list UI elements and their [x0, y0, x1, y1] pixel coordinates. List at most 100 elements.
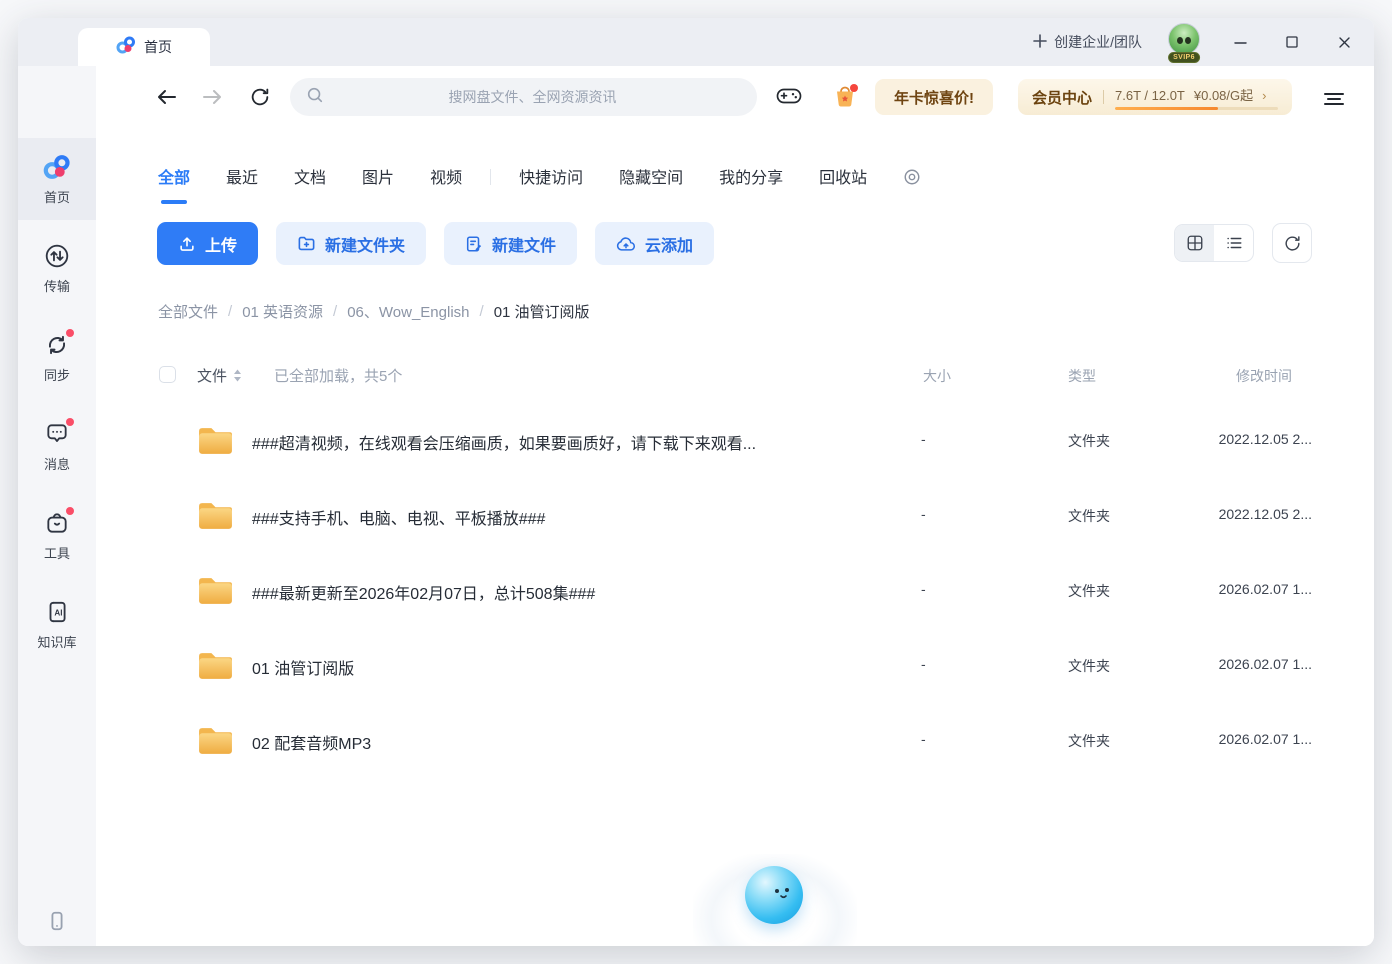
- promo-price-button[interactable]: 年卡惊喜价!: [875, 79, 993, 115]
- home-tab[interactable]: 首页: [78, 28, 210, 66]
- sidebar-item-knowledge[interactable]: AI 知识库: [18, 583, 96, 665]
- storage-price-text: ¥0.08/G起: [1194, 85, 1253, 104]
- file-name: 02 配套音频MP3: [252, 730, 371, 754]
- file-modified: 2026.02.07 1...: [1219, 731, 1312, 747]
- reload-button[interactable]: [247, 84, 273, 110]
- user-avatar[interactable]: SVIP6: [1166, 21, 1202, 63]
- grid-view-button[interactable]: [1175, 225, 1214, 261]
- list-view-button[interactable]: [1214, 225, 1253, 261]
- file-name: 01 油管订阅版: [252, 655, 354, 679]
- titlebar: 首页 创建企业/团队 SVIP6: [18, 18, 1374, 66]
- search-bar[interactable]: [290, 78, 757, 116]
- breadcrumb-separator: /: [333, 303, 337, 320]
- notification-dot: [66, 507, 74, 515]
- tab-title: 首页: [144, 37, 172, 57]
- tab-documents[interactable]: 文档: [294, 164, 326, 190]
- netdisk-logo-icon: [116, 36, 136, 59]
- breadcrumb-separator: /: [228, 303, 232, 320]
- mobile-app-button[interactable]: [18, 910, 96, 932]
- target-scope-icon[interactable]: [903, 168, 921, 186]
- file-actions: 上传 新建文件夹: [157, 222, 714, 265]
- search-icon: [306, 86, 324, 109]
- tab-recycle-bin[interactable]: 回收站: [819, 164, 867, 190]
- divider: [1103, 90, 1104, 104]
- folder-icon: [197, 425, 234, 461]
- upload-button[interactable]: 上传: [157, 222, 258, 265]
- minimize-button[interactable]: [1226, 28, 1254, 56]
- new-file-button[interactable]: 新建文件: [444, 222, 577, 265]
- upload-label: 上传: [205, 232, 237, 256]
- tab-all[interactable]: 全部: [158, 164, 190, 190]
- app-window: 首页 创建企业/团队 SVIP6: [18, 18, 1374, 946]
- refresh-list-button[interactable]: [1272, 223, 1312, 263]
- file-type: 文件夹: [1068, 506, 1110, 526]
- new-folder-label: 新建文件夹: [325, 232, 405, 256]
- file-row[interactable]: 02 配套音频MP3 - 文件夹 2026.02.07 1...: [96, 704, 1374, 779]
- games-icon[interactable]: [776, 83, 802, 109]
- file-row[interactable]: ###最新更新至2026年02月07日，总计508集### - 文件夹 2026…: [96, 554, 1374, 629]
- maximize-button[interactable]: [1278, 28, 1306, 56]
- select-all-checkbox[interactable]: [159, 366, 176, 383]
- close-button[interactable]: [1330, 28, 1358, 56]
- sidebar-item-transfer[interactable]: 传输: [18, 227, 96, 309]
- sync-icon: [43, 331, 71, 359]
- file-modified: 2026.02.07 1...: [1219, 656, 1312, 672]
- type-column-header: 类型: [1068, 366, 1096, 386]
- cloud-add-button[interactable]: 云添加: [595, 222, 714, 265]
- file-row[interactable]: ###支持手机、电脑、电视、平板播放### - 文件夹 2022.12.05 2…: [96, 479, 1374, 554]
- tab-recent[interactable]: 最近: [226, 164, 258, 190]
- file-column-header[interactable]: 文件: [197, 365, 242, 386]
- forward-button[interactable]: [199, 84, 225, 110]
- file-size: -: [921, 431, 926, 447]
- upload-icon: [178, 235, 196, 253]
- breadcrumb-item[interactable]: 06、Wow_English: [347, 301, 469, 322]
- file-name: ###超清视频，在线观看会压缩画质，如果要画质好，请下载下来观看...: [252, 430, 756, 454]
- view-mode-toggle: [1174, 224, 1254, 262]
- member-center-label: 会员中心: [1032, 87, 1092, 108]
- folder-icon: [197, 500, 234, 536]
- sidebar-item-sync[interactable]: 同步: [18, 316, 96, 398]
- ai-assistant-orb[interactable]: [693, 854, 857, 946]
- tab-my-shares[interactable]: 我的分享: [719, 164, 783, 190]
- new-folder-button[interactable]: 新建文件夹: [276, 222, 426, 265]
- back-button[interactable]: [154, 84, 180, 110]
- tab-quick-access[interactable]: 快捷访问: [519, 164, 583, 190]
- file-row[interactable]: 01 油管订阅版 - 文件夹 2026.02.07 1...: [96, 629, 1374, 704]
- file-row[interactable]: ###超清视频，在线观看会压缩画质，如果要画质好，请下载下来观看... - 文件…: [96, 404, 1374, 479]
- tab-videos[interactable]: 视频: [430, 164, 462, 190]
- divider: [490, 169, 491, 185]
- file-type: 文件夹: [1068, 581, 1110, 601]
- cloud-add-icon: [616, 234, 636, 254]
- breadcrumb-item[interactable]: 01 英语资源: [242, 301, 323, 322]
- breadcrumb-item[interactable]: 全部文件: [158, 301, 218, 322]
- chevron-right-icon: ›: [1262, 88, 1266, 103]
- sidebar-label: 消息: [44, 454, 70, 473]
- storage-meter: 7.6T / 12.0T ¥0.08/G起 ›: [1115, 85, 1278, 110]
- file-type: 文件夹: [1068, 431, 1110, 451]
- search-input[interactable]: [324, 89, 741, 105]
- folder-icon: [197, 725, 234, 761]
- member-center-button[interactable]: 会员中心 7.6T / 12.0T ¥0.08/G起 ›: [1018, 79, 1292, 115]
- sidebar-label: 知识库: [37, 632, 76, 651]
- sidebar-item-home[interactable]: 首页: [18, 138, 96, 220]
- create-team-button[interactable]: 创建企业/团队: [1033, 32, 1142, 52]
- more-menu-icon[interactable]: [1321, 86, 1347, 112]
- modified-column-header: 修改时间: [1236, 366, 1292, 386]
- file-type: 文件夹: [1068, 656, 1110, 676]
- tab-pictures[interactable]: 图片: [362, 164, 394, 190]
- sidebar: 首页 传输: [18, 66, 96, 946]
- desktop: 首页 创建企业/团队 SVIP6: [0, 0, 1392, 964]
- file-size: -: [921, 731, 926, 747]
- sidebar-item-messages[interactable]: 消息: [18, 405, 96, 487]
- grid-view-icon: [1186, 234, 1204, 252]
- list-view-icon: [1225, 234, 1243, 252]
- loaded-status-text: 已全部加载，共5个: [274, 365, 402, 386]
- rewards-bag-icon[interactable]: [830, 81, 860, 111]
- file-name: ###最新更新至2026年02月07日，总计508集###: [252, 580, 595, 604]
- file-list-header: 文件 已全部加载，共5个 大小 类型 修改时间: [96, 363, 1374, 391]
- message-icon: [43, 420, 71, 448]
- tab-hidden-space[interactable]: 隐藏空间: [619, 164, 683, 190]
- file-size: -: [921, 581, 926, 597]
- sidebar-item-tools[interactable]: 工具: [18, 494, 96, 576]
- file-size: -: [921, 656, 926, 672]
